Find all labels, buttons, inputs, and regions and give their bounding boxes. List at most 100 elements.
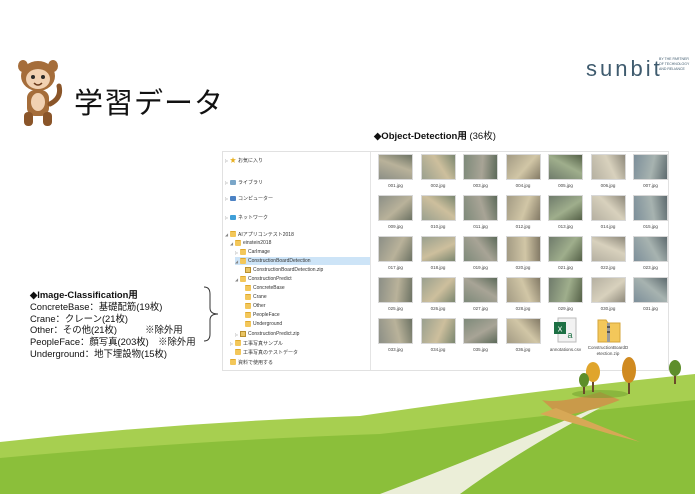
- image-thumbnail[interactable]: [505, 277, 541, 303]
- folder-icon: [230, 231, 236, 237]
- nav-item[interactable]: Other: [240, 302, 266, 310]
- file-name-label[interactable]: 022.jpg: [587, 265, 629, 270]
- nav-item[interactable]: PeopleFace: [240, 311, 280, 319]
- file-name-label[interactable]: 010.jpg: [417, 224, 459, 229]
- image-thumbnail[interactable]: [463, 195, 498, 221]
- image-thumbnail[interactable]: [633, 195, 668, 221]
- zip-file-icon: [245, 267, 251, 273]
- image-thumbnail[interactable]: [633, 236, 668, 262]
- file-name-label[interactable]: 005.jpg: [545, 183, 587, 188]
- nav-item[interactable]: ▷ CarImage: [235, 248, 270, 256]
- image-thumbnail[interactable]: [590, 154, 626, 180]
- file-name-label[interactable]: 015.jpg: [630, 224, 672, 229]
- file-name-label[interactable]: 006.jpg: [587, 183, 629, 188]
- image-thumbnail[interactable]: [505, 154, 541, 180]
- image-thumbnail[interactable]: [378, 154, 413, 180]
- file-name-label[interactable]: 009.jpg: [375, 224, 417, 229]
- image-thumbnail[interactable]: [548, 195, 583, 221]
- network-icon: [230, 214, 236, 220]
- image-thumbnail[interactable]: [463, 236, 498, 262]
- file-name-label[interactable]: 017.jpg: [375, 265, 417, 270]
- nav-item-label: Other: [253, 303, 266, 309]
- nav-item[interactable]: ◢ ConstructionPredict: [235, 275, 292, 283]
- nav-item[interactable]: Crane: [240, 293, 267, 301]
- file-name-label[interactable]: 013.jpg: [545, 224, 587, 229]
- nav-item[interactable]: ▷ ネットワーク: [225, 213, 268, 221]
- image-thumbnail[interactable]: [420, 195, 456, 221]
- file-name-label[interactable]: 025.jpg: [375, 306, 417, 311]
- image-thumbnail[interactable]: [548, 154, 583, 180]
- image-thumbnail[interactable]: [590, 195, 626, 221]
- nav-item-label: ConcreteBase: [253, 285, 285, 291]
- expand-toggle-icon[interactable]: ◢: [235, 259, 239, 264]
- file-name-label[interactable]: 021.jpg: [545, 265, 587, 270]
- image-thumbnail[interactable]: [378, 236, 413, 262]
- image-thumbnail[interactable]: [420, 236, 456, 262]
- expand-toggle-icon[interactable]: ▷: [225, 180, 229, 185]
- file-name-label[interactable]: 023.jpg: [630, 265, 672, 270]
- file-name-label[interactable]: 027.jpg: [460, 306, 502, 311]
- nav-item[interactable]: Underground: [240, 320, 282, 328]
- expand-toggle-icon[interactable]: ◢: [235, 277, 239, 282]
- nav-item-label: ConstructionBoardDetection.zip: [253, 267, 324, 273]
- nav-item-label: ネットワーク: [238, 214, 269, 221]
- image-thumbnail[interactable]: [420, 277, 456, 303]
- nav-item-label: einstein2018: [243, 240, 272, 246]
- nav-item[interactable]: ConcreteBase: [240, 284, 285, 292]
- expand-toggle-icon[interactable]: ▷: [225, 196, 229, 201]
- image-thumbnail[interactable]: [463, 277, 498, 303]
- object-detection-label: ◆Object-Detection用: [374, 131, 467, 142]
- file-name-label[interactable]: 012.jpg: [502, 224, 544, 229]
- file-name-label[interactable]: 003.jpg: [460, 183, 502, 188]
- expand-toggle-icon[interactable]: ◢: [225, 232, 229, 237]
- object-detection-heading: ◆Object-Detection用 (36枚): [374, 128, 496, 142]
- image-thumbnail[interactable]: [420, 154, 456, 180]
- nav-item[interactable]: ▷ お気に入り: [225, 156, 263, 164]
- file-name-label[interactable]: 014.jpg: [587, 224, 629, 229]
- image-thumbnail[interactable]: [590, 277, 626, 303]
- folder-icon: [240, 249, 246, 255]
- file-name-label[interactable]: 007.jpg: [630, 183, 672, 188]
- file-name-label[interactable]: 002.jpg: [417, 183, 459, 188]
- nav-item[interactable]: ▷ コンピューター: [225, 194, 273, 202]
- file-name-label[interactable]: 001.jpg: [375, 183, 417, 188]
- nav-item-label: コンピューター: [238, 195, 274, 202]
- image-thumbnail[interactable]: [463, 154, 498, 180]
- folder-icon: [245, 312, 251, 318]
- file-name-label[interactable]: 030.jpg: [587, 306, 629, 311]
- image-thumbnail[interactable]: [633, 154, 668, 180]
- file-name-label[interactable]: 028.jpg: [502, 306, 544, 311]
- expand-toggle-icon[interactable]: ◢: [230, 241, 234, 246]
- file-name-label[interactable]: 031.jpg: [630, 306, 672, 311]
- expand-toggle-icon[interactable]: ▷: [225, 215, 229, 220]
- image-thumbnail[interactable]: [590, 236, 626, 262]
- nav-item-label: ConstructionBoardDetection: [248, 258, 311, 264]
- nav-item-label: ライブラリ: [238, 179, 264, 186]
- file-name-label[interactable]: 020.jpg: [502, 265, 544, 270]
- file-name-label[interactable]: 029.jpg: [545, 306, 587, 311]
- image-thumbnail[interactable]: [505, 236, 541, 262]
- nav-item[interactable]: ConstructionBoardDetection.zip: [240, 266, 323, 274]
- landscape-illustration: [0, 357, 695, 494]
- file-name-label[interactable]: 018.jpg: [417, 265, 459, 270]
- nav-item[interactable]: ▷ ライブラリ: [225, 178, 263, 186]
- image-thumbnail[interactable]: [505, 195, 541, 221]
- image-thumbnail[interactable]: [633, 277, 668, 303]
- nav-item[interactable]: ◢ ConstructionBoardDetection: [235, 257, 370, 265]
- image-thumbnail[interactable]: [378, 195, 413, 221]
- expand-toggle-icon[interactable]: ▷: [235, 250, 239, 255]
- image-thumbnail[interactable]: [378, 277, 413, 303]
- library-icon: [230, 179, 236, 185]
- image-thumbnail[interactable]: [548, 277, 583, 303]
- folder-icon: [245, 285, 251, 291]
- image-thumbnail[interactable]: [548, 236, 583, 262]
- expand-toggle-icon[interactable]: ▷: [225, 158, 229, 163]
- file-name-label[interactable]: 026.jpg: [417, 306, 459, 311]
- file-name-label[interactable]: 011.jpg: [460, 224, 502, 229]
- nav-item[interactable]: ◢ AIアプリコンテスト2018: [225, 230, 294, 238]
- file-name-label[interactable]: 019.jpg: [460, 265, 502, 270]
- favorites-star-icon: [230, 157, 236, 163]
- nav-item[interactable]: ◢ einstein2018: [230, 239, 271, 247]
- object-detection-count: (36枚): [469, 131, 496, 142]
- file-name-label[interactable]: 004.jpg: [502, 183, 544, 188]
